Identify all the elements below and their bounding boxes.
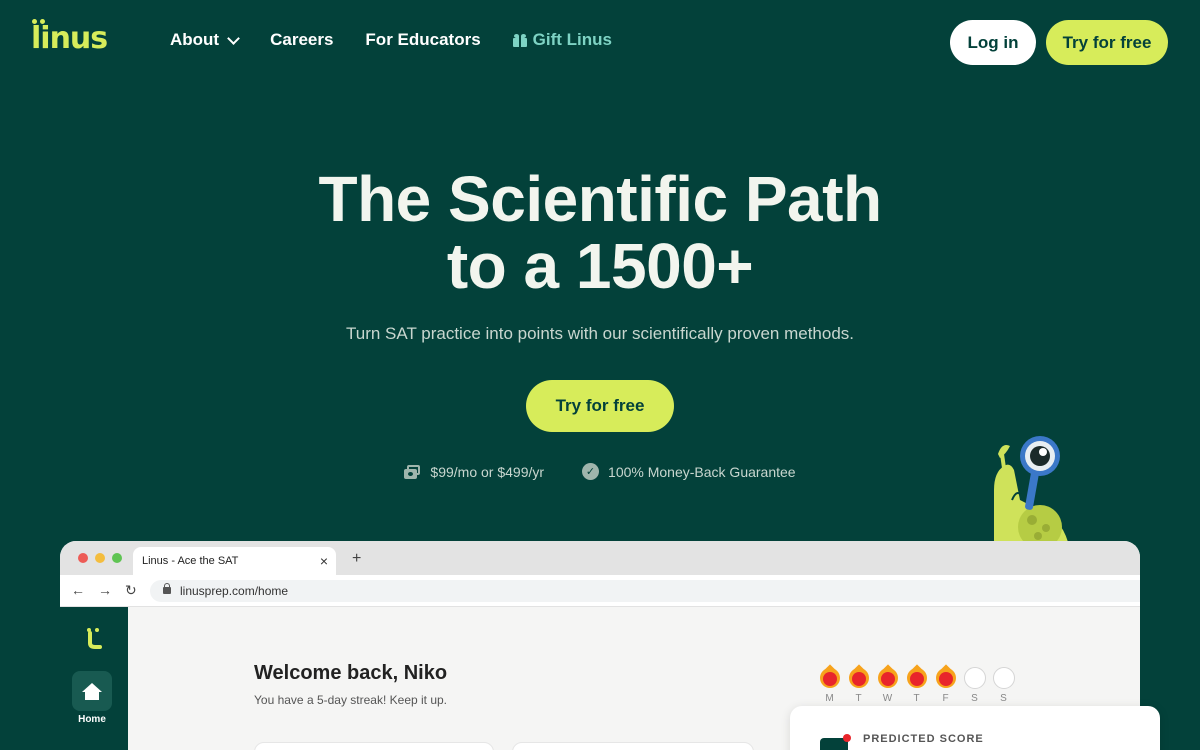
streak-day: S	[963, 666, 986, 704]
flame-icon	[906, 664, 928, 690]
streak-day: F	[934, 664, 957, 704]
nav-for-educators[interactable]: For Educators	[365, 30, 480, 50]
url-bar: ← → ↻ linusprep.com/home	[60, 575, 1140, 607]
nav-about-label: About	[170, 30, 220, 49]
browser-tab[interactable]: Linus - Ace the SAT ×	[133, 547, 336, 576]
maximize-window-dot[interactable]	[112, 553, 122, 563]
new-tab-icon[interactable]: +	[352, 550, 361, 568]
flame-icon	[877, 664, 899, 690]
nav-educators-label: For Educators	[365, 30, 481, 49]
day-label: M	[825, 693, 834, 704]
minimize-window-dot[interactable]	[95, 553, 105, 563]
streak-day: W	[876, 664, 899, 704]
close-window-dot[interactable]	[78, 553, 88, 563]
empty-circle-icon	[992, 667, 1015, 689]
address-field[interactable]: linusprep.com/home	[150, 580, 1140, 602]
nav-careers[interactable]: Careers	[270, 30, 333, 50]
snail-mascot-icon	[994, 436, 1068, 545]
chevron-down-icon	[227, 31, 240, 45]
streak-days: MTWTFSS	[818, 664, 1015, 704]
nav-gift-label: Gift Linus	[532, 30, 612, 49]
day-label: S	[971, 693, 978, 704]
lock-icon	[163, 583, 171, 594]
linus-logo[interactable]: linus	[31, 19, 108, 56]
nav-links: About Careers For Educators Gift Linus	[170, 30, 612, 50]
try-for-free-hero-button[interactable]: Try for free	[526, 380, 674, 432]
logo-eyes-icon	[32, 19, 46, 25]
nav-gift-linus[interactable]: Gift Linus	[512, 30, 612, 50]
day-label: W	[882, 693, 893, 704]
guarantee-text: 100% Money-Back Guarantee	[608, 463, 796, 480]
url-text: linusprep.com/home	[180, 584, 289, 598]
reload-icon[interactable]: ↻	[125, 582, 137, 599]
logo-text: linus	[31, 21, 108, 56]
streak-day: S	[992, 666, 1015, 704]
hero-subtitle: Turn SAT practice into points with our s…	[345, 324, 855, 343]
sidebar-item-home[interactable]	[72, 671, 112, 711]
hero-title: The Scientific Path to a 1500+	[0, 166, 1200, 300]
back-arrow-icon[interactable]: ←	[71, 582, 85, 598]
cash-icon	[404, 464, 421, 479]
verified-check-icon: ✓	[582, 463, 600, 480]
day-label: T	[913, 693, 920, 704]
close-icon[interactable]: ×	[320, 553, 328, 569]
predicted-score-card[interactable]: PREDICTED SCORE	[790, 706, 1160, 750]
forward-arrow-icon[interactable]: →	[98, 582, 112, 598]
streak-text: You have a 5-day streak! Keep it up.	[254, 693, 448, 707]
app-sidebar: Home	[60, 607, 128, 750]
dashboard-card[interactable]	[254, 742, 494, 750]
streak-day: T	[905, 664, 928, 704]
streak-day: T	[847, 664, 870, 704]
welcome-heading: Welcome back, Niko	[254, 662, 448, 684]
flame-icon	[935, 664, 957, 690]
price-text: $99/mo or $499/yr	[430, 463, 545, 480]
browser-tab-bar: Linus - Ace the SAT × +	[60, 541, 1140, 576]
day-label: T	[855, 693, 862, 704]
notification-dot	[843, 734, 851, 742]
predicted-score-label: PREDICTED SCORE	[863, 733, 984, 745]
login-button[interactable]: Log in	[950, 20, 1036, 65]
linus-small-logo-icon	[87, 628, 102, 649]
price-info: $99/mo or $499/yr	[404, 463, 544, 480]
day-label: S	[1000, 693, 1007, 704]
guarantee-info: ✓ 100% Money-Back Guarantee	[582, 463, 796, 480]
nav-about[interactable]: About	[170, 30, 240, 50]
try-for-free-nav-button[interactable]: Try for free	[1046, 20, 1168, 65]
nav-careers-label: Careers	[270, 30, 334, 49]
sidebar-item-home-label: Home	[78, 714, 106, 725]
hero-title-line-1: The Scientific Path	[318, 163, 882, 235]
home-icon	[82, 682, 102, 700]
dashboard-card[interactable]	[512, 742, 754, 750]
streak-day: M	[818, 664, 841, 704]
day-label: F	[942, 693, 949, 704]
gift-icon	[512, 33, 527, 47]
flame-icon	[848, 664, 870, 690]
tab-title: Linus - Ace the SAT	[142, 555, 239, 567]
flame-icon	[819, 664, 841, 690]
empty-circle-icon	[963, 667, 986, 689]
top-nav: linus About Careers For Educators Gift L…	[0, 0, 1200, 84]
hero-title-line-2: to a 1500+	[446, 230, 754, 302]
